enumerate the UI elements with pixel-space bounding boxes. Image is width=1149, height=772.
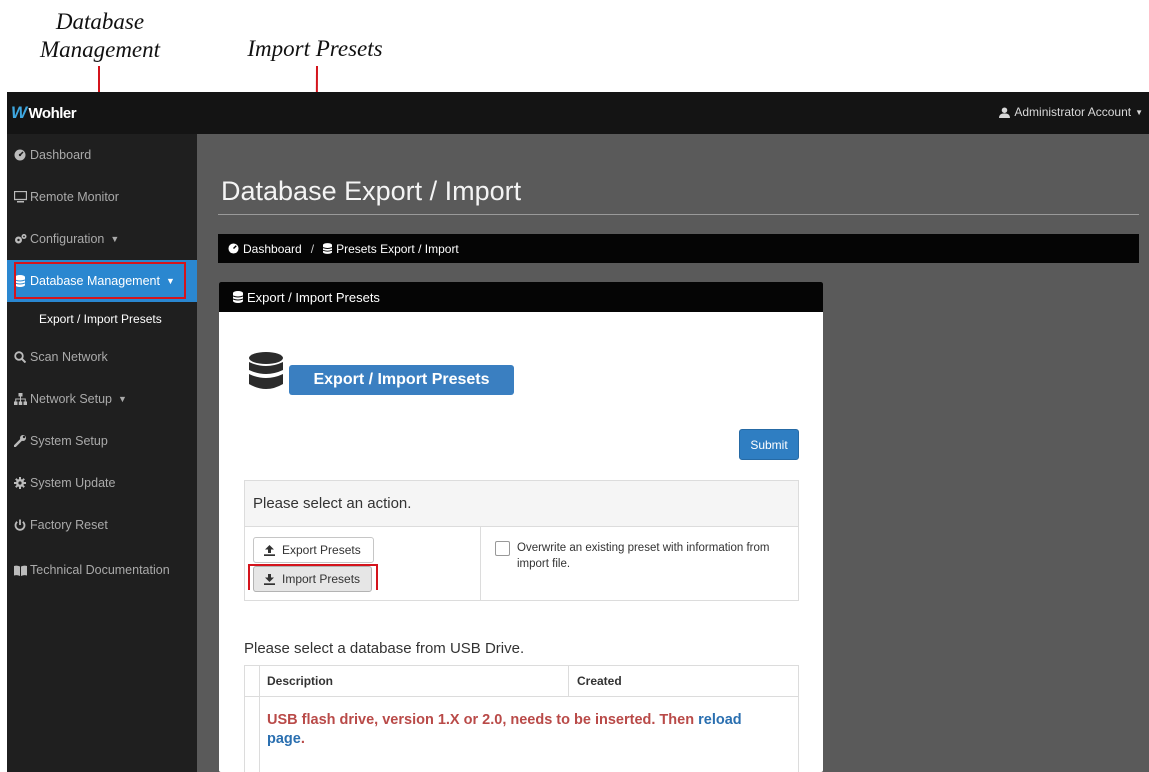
overwrite-checkbox[interactable] [495,541,510,556]
cogs-icon [13,233,27,245]
sidebar-item-label: Factory Reset [30,518,108,532]
search-icon [13,351,27,363]
sidebar-item-label: Network Setup [30,392,112,406]
export-import-panel: Export / Import Presets Export / Import … [219,282,823,772]
sidebar-item-dashboard[interactable]: Dashboard [7,134,197,176]
highlight-import-presets [248,564,378,590]
action-prompt: Please select an action. [245,481,798,527]
breadcrumb-separator: / [310,241,315,256]
page-title: Database Export / Import [221,176,522,206]
callout-database-management: Database Management [30,8,170,64]
user-icon [999,106,1011,118]
dashboard-icon [228,243,239,254]
dashboard-icon [13,149,27,161]
database-icon [233,291,243,303]
main-content: Database Export / Import Dashboard / Pre… [197,134,1149,772]
submit-button[interactable]: Submit [739,429,799,460]
panel-header-title: Export / Import Presets [247,289,380,305]
book-icon [13,565,27,576]
sidebar-item-label: Remote Monitor [30,190,119,204]
title-divider [218,214,1139,215]
breadcrumb-current: Presets Export / Import [336,241,459,256]
sidebar-item-label: Technical Documentation [30,563,170,577]
sidebar-item-label: Scan Network [30,350,108,364]
sidebar: Dashboard Remote Monitor Configuration ▼… [7,134,197,772]
sidebar-item-system-update[interactable]: System Update [7,462,197,504]
usb-prompt: Please select a database from USB Drive. [244,640,525,657]
sidebar-item-label: System Setup [30,434,108,448]
account-label: Administrator Account [1014,105,1132,119]
breadcrumb-home-link[interactable]: Dashboard [243,242,302,256]
database-icon [323,243,333,254]
sidebar-item-system-setup[interactable]: System Setup [7,420,197,462]
sidebar-item-remote-monitor[interactable]: Remote Monitor [7,176,197,218]
upload-icon [264,544,275,556]
wohler-logo[interactable]: W Wohler [11,103,77,123]
export-presets-button[interactable]: Export Presets [253,537,374,563]
caret-down-icon: ▼ [117,394,127,404]
sidebar-subitem-export-import-presets[interactable]: Export / Import Presets [7,302,197,336]
panel-header: Export / Import Presets [219,282,823,312]
sidebar-item-configuration[interactable]: Configuration ▼ [7,218,197,260]
sitemap-icon [13,393,27,405]
account-menu[interactable]: Administrator Account ▼ [999,105,1143,119]
column-header-created: Created [577,674,622,688]
callout-import-presets: Import Presets [230,35,400,63]
sidebar-item-network-setup[interactable]: Network Setup ▼ [7,378,197,420]
column-divider [480,527,481,600]
export-presets-label: Export Presets [282,543,361,557]
logo-text: Wohler [28,104,77,122]
sidebar-item-factory-reset[interactable]: Factory Reset [7,504,197,546]
sidebar-item-label: Dashboard [30,148,92,162]
sidebar-item-technical-documentation[interactable]: Technical Documentation [7,549,197,591]
usb-warning-message: USB flash drive, version 1.X or 2.0, nee… [267,711,782,749]
logo-mark-icon: W [11,103,27,122]
caret-down-icon: ▼ [110,234,120,244]
header-divider [568,666,569,696]
monitor-icon [13,191,27,203]
sidebar-item-scan-network[interactable]: Scan Network [7,336,197,378]
panel-badge-title: Export / Import Presets [289,365,514,395]
usb-database-table: Description Created USB flash drive, ver… [244,665,799,772]
highlight-database-management [14,262,186,299]
wrench-icon [13,435,27,447]
database-large-icon [249,352,283,389]
overwrite-label: Overwrite an existing preset with inform… [517,542,770,570]
sidebar-item-label: Configuration [30,232,105,246]
sidebar-item-label: System Update [30,476,116,490]
warning-text: USB flash drive, version 1.X or 2.0, nee… [267,712,695,728]
gear-icon [13,477,27,489]
sidebar-subitem-label: Export / Import Presets [39,312,162,326]
breadcrumb: Dashboard / Presets Export / Import [218,234,1139,263]
warning-end: . [300,731,305,747]
power-icon [13,519,27,531]
column-header-description: Description [267,674,334,688]
top-navbar: W Wohler Administrator Account ▼ [7,92,1149,134]
table-header: Description Created [245,666,798,697]
caret-down-icon: ▼ [1135,107,1143,117]
callout-text: Database Management [39,9,161,62]
callout-text: Import Presets [247,36,383,61]
